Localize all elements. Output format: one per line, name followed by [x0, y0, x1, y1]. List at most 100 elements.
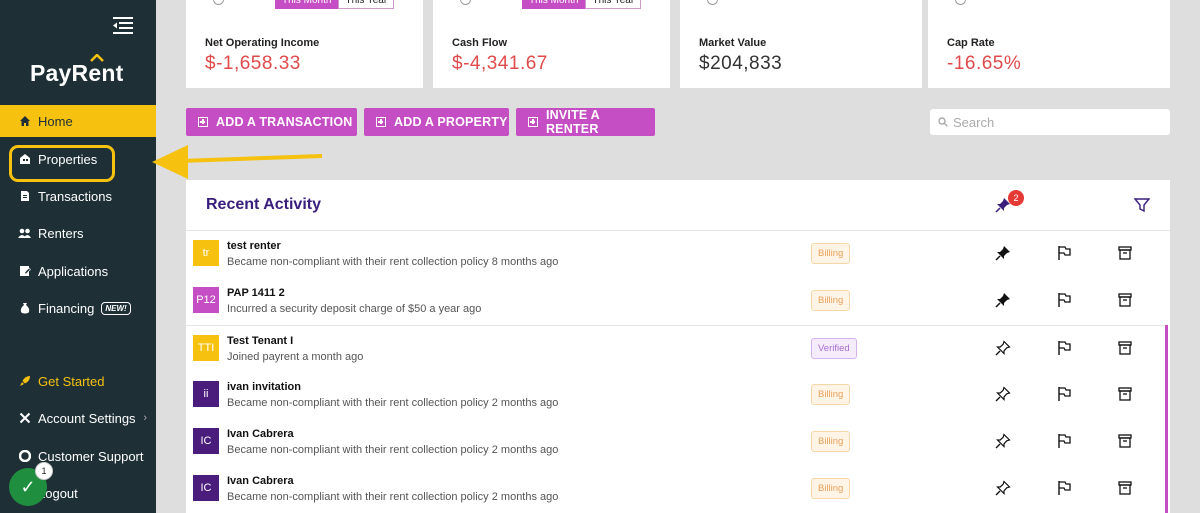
toggle-this-year[interactable]: This Year [338, 0, 395, 9]
activity-row[interactable]: ii ivan invitation Became non-compliant wi… [186, 372, 1164, 419]
stat-card-market-value: Market Value $204,833 [680, 0, 922, 88]
stat-label: Cash Flow [452, 37, 508, 49]
stat-label: Net Operating Income [205, 37, 320, 49]
recent-activity-panel: Recent Activity 2 tr test renter Became no… [186, 180, 1170, 513]
period-radio[interactable] [955, 0, 966, 5]
sidebar-item-label: Transactions [38, 188, 112, 204]
applications-icon [18, 265, 31, 278]
pin-icon[interactable] [995, 245, 1011, 261]
invite-renter-button[interactable]: INVITE A RENTER [516, 108, 655, 136]
sidebar-item-home[interactable]: Home [0, 105, 156, 137]
search-input[interactable] [953, 114, 1153, 130]
toggle-this-month[interactable]: This Month [522, 0, 586, 9]
button-label: ADD A PROPERTY [394, 115, 508, 129]
sidebar-item-label: Customer Support [38, 448, 144, 464]
stat-value: $-1,658.33 [205, 53, 301, 74]
sidebar-item-customer-support[interactable]: Customer Support [0, 440, 156, 472]
avatar: ii [193, 381, 219, 407]
toggle-this-month[interactable]: This Month [275, 0, 339, 9]
activity-row[interactable]: tr test renter Became non-compliant with t… [186, 231, 1164, 278]
panel-title: Recent Activity [206, 196, 321, 213]
activity-name[interactable]: PAP 1411 2 [227, 287, 285, 299]
avatar: IC [193, 475, 219, 501]
activity-row[interactable]: P12 PAP 1411 2 Incurred a security deposit… [186, 278, 1164, 325]
collapse-menu-icon[interactable] [113, 16, 133, 34]
renters-icon [18, 227, 31, 240]
archive-icon[interactable] [1117, 292, 1133, 308]
archive-icon[interactable] [1117, 340, 1133, 356]
period-toggle[interactable]: This Month This Year [522, 0, 642, 9]
scrollbar[interactable] [1165, 325, 1168, 513]
activity-description: Joined payrent a month ago [227, 351, 364, 363]
sidebar-item-label: Account Settings [38, 410, 136, 426]
activity-description: Became non-compliant with their rent col… [227, 397, 559, 409]
period-toggle[interactable]: This Month This Year [275, 0, 395, 9]
plus-square-icon [376, 117, 386, 127]
activity-name[interactable]: Test Tenant I [227, 335, 293, 347]
plus-square-icon [528, 117, 538, 127]
activity-tag: Billing [811, 431, 851, 452]
button-label: ADD A TRANSACTION [216, 115, 353, 129]
pointer-arrow-annotation [152, 145, 323, 179]
filter-icon[interactable] [1134, 197, 1150, 213]
sidebar-item-account-settings[interactable]: Account Settings › [0, 402, 156, 434]
activity-description: Became non-compliant with their rent col… [227, 256, 559, 268]
flag-icon[interactable] [1056, 480, 1072, 496]
sidebar-item-financing[interactable]: Financing NEW! [0, 292, 156, 324]
activity-name[interactable]: ivan invitation [227, 381, 301, 393]
archive-icon[interactable] [1117, 433, 1133, 449]
stat-card-noi: This Month This Year Net Operating Incom… [186, 0, 423, 88]
flag-icon[interactable] [1056, 340, 1072, 356]
stat-value: $204,833 [699, 53, 783, 74]
pin-icon[interactable] [995, 292, 1011, 308]
button-label: INVITE A RENTER [545, 108, 600, 136]
sidebar-item-renters[interactable]: Renters [0, 217, 156, 249]
settings-icon [18, 412, 31, 425]
flag-icon[interactable] [1056, 433, 1072, 449]
sidebar-item-transactions[interactable]: Transactions [0, 180, 156, 212]
stat-value: $-4,341.67 [452, 53, 548, 74]
period-radio[interactable] [460, 0, 471, 5]
transactions-icon [18, 190, 31, 203]
support-icon [18, 450, 31, 463]
activity-row[interactable]: IC Ivan Cabrera Became non-compliant with … [186, 419, 1164, 466]
add-property-button[interactable]: ADD A PROPERTY [364, 108, 509, 136]
highlight-annotation [9, 145, 115, 182]
activity-description: Became non-compliant with their rent col… [227, 444, 559, 456]
activity-name[interactable]: Ivan Cabrera [227, 475, 294, 487]
activity-row[interactable]: IC Ivan Cabrera Became non-compliant with … [186, 466, 1164, 513]
pin-icon[interactable] [995, 480, 1011, 496]
archive-icon[interactable] [1117, 386, 1133, 402]
flag-icon[interactable] [1056, 245, 1072, 261]
sidebar-item-get-started[interactable]: Get Started [0, 365, 156, 397]
avatar: TTI [193, 335, 219, 361]
home-icon [18, 115, 31, 128]
activity-name[interactable]: Ivan Cabrera [227, 428, 294, 440]
sidebar-item-label: Home [38, 113, 73, 129]
flag-icon[interactable] [1056, 386, 1072, 402]
pin-icon[interactable] [995, 433, 1011, 449]
avatar: P12 [193, 287, 219, 313]
sidebar-item-label: Financing [38, 300, 95, 316]
payrent-logo[interactable]: PayR ent [30, 54, 123, 87]
search-box[interactable] [930, 109, 1170, 135]
pin-icon[interactable] [995, 340, 1011, 356]
activity-name[interactable]: test renter [227, 240, 281, 252]
add-transaction-button[interactable]: ADD A TRANSACTION [186, 108, 357, 136]
search-icon [938, 117, 948, 127]
toggle-this-year[interactable]: This Year [585, 0, 642, 9]
activity-row[interactable]: TTI Test Tenant I Joined payrent a month a… [186, 325, 1164, 372]
rocket-icon [18, 375, 31, 388]
period-radio[interactable] [707, 0, 718, 5]
onboarding-checklist-button[interactable]: ✓ 1 [9, 462, 53, 506]
roof-icon [90, 54, 105, 62]
flag-icon[interactable] [1056, 292, 1072, 308]
archive-icon[interactable] [1117, 245, 1133, 261]
sidebar-item-applications[interactable]: Applications [0, 255, 156, 287]
notification-count: 1 [35, 462, 53, 480]
archive-icon[interactable] [1117, 480, 1133, 496]
period-radio[interactable] [213, 0, 224, 5]
new-badge: NEW! [101, 301, 131, 315]
pin-icon[interactable] [995, 386, 1011, 402]
stat-value: -16.65% [947, 53, 1022, 74]
